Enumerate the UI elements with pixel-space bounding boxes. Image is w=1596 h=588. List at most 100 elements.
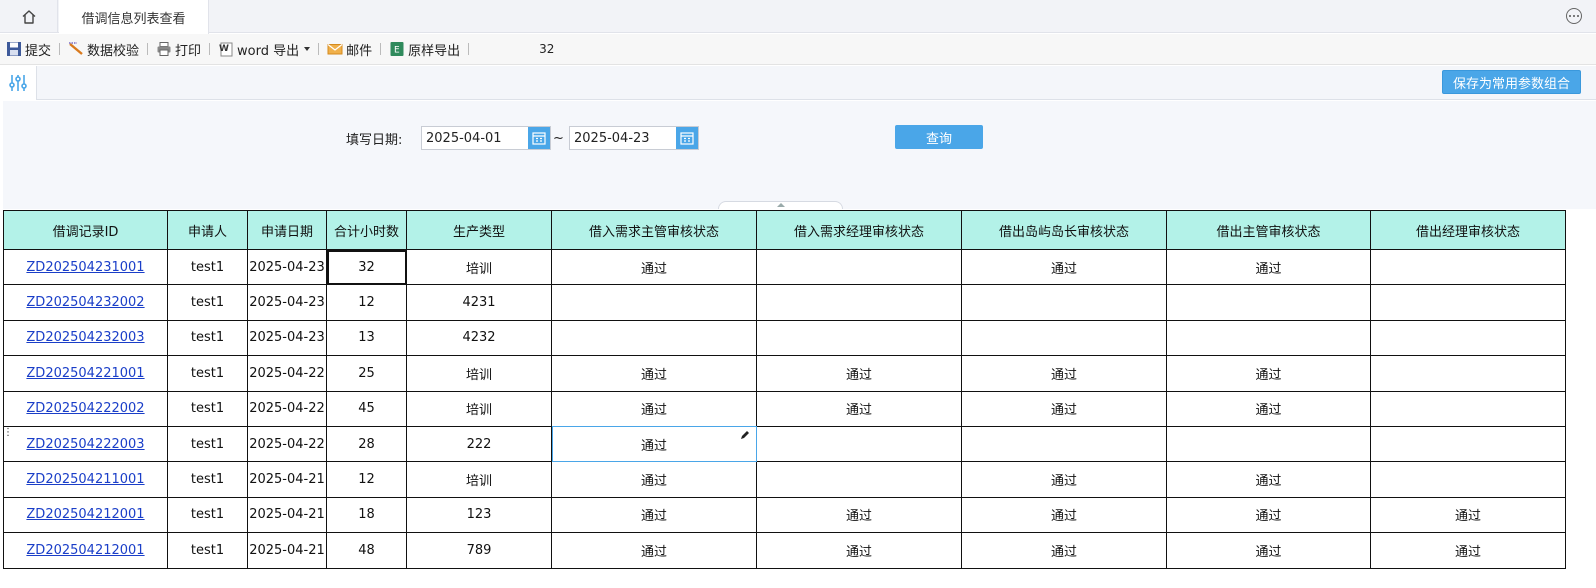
cell-production-type[interactable]: 培训 <box>406 461 552 498</box>
more-icon[interactable] <box>1566 8 1582 24</box>
header-lend-out-manager-status[interactable]: 借出经理审核状态 <box>1370 210 1566 250</box>
cell-applicant[interactable]: test1 <box>167 461 248 498</box>
cell-lend-out-supervisor-status[interactable] <box>1166 425 1371 463</box>
cell-record-id-link[interactable]: ZD202504212001 <box>3 496 168 534</box>
cell-borrow-in-manager-status[interactable]: 通过 <box>756 532 962 569</box>
mail-button[interactable]: 邮件 <box>325 38 374 60</box>
record-id-link[interactable]: ZD202504211001 <box>26 472 144 487</box>
cell-total-hours[interactable]: 25 <box>326 355 407 392</box>
header-lend-out-supervisor-status[interactable]: 借出主管审核状态 <box>1166 210 1371 250</box>
row-drag-handle[interactable]: ⋮ <box>3 427 13 438</box>
cell-lend-out-manager-status[interactable] <box>1370 284 1566 321</box>
cell-borrow-in-manager-status[interactable]: 通过 <box>756 355 962 392</box>
cell-lend-out-supervisor-status[interactable] <box>1166 284 1371 321</box>
cell-lend-out-supervisor-status[interactable]: 通过 <box>1166 248 1371 286</box>
cell-applicant[interactable]: test1 <box>167 355 248 392</box>
cell-applicant[interactable]: test1 <box>167 496 248 534</box>
cell-lend-out-supervisor-status[interactable]: 通过 <box>1166 496 1371 534</box>
cell-borrow-in-supervisor-status[interactable]: 通过 <box>551 461 757 498</box>
cell-record-id-link[interactable]: ZD202504212001 <box>3 532 168 569</box>
cell-apply-date[interactable]: 2025-04-23 <box>247 248 327 286</box>
cell-lend-out-supervisor-status[interactable]: 通过 <box>1166 355 1371 392</box>
cell-production-type[interactable]: 4231 <box>406 284 552 321</box>
date-to-field[interactable]: 2025-04-23 <box>569 126 699 150</box>
cell-lend-out-manager-status[interactable] <box>1370 390 1566 427</box>
cell-lend-out-supervisor-status[interactable]: 通过 <box>1166 461 1371 498</box>
header-borrow-in-supervisor-status[interactable]: 借入需求主管审核状态 <box>551 210 757 250</box>
record-id-link[interactable]: ZD202504221001 <box>26 366 144 381</box>
header-apply-date[interactable]: 申请日期 <box>247 210 327 250</box>
cell-production-type[interactable]: 4232 <box>406 319 552 357</box>
cell-borrow-in-manager-status[interactable]: 通过 <box>756 496 962 534</box>
cell-borrow-in-manager-status[interactable] <box>756 319 962 357</box>
cell-lend-out-supervisor-status[interactable]: 通过 <box>1166 532 1371 569</box>
cell-apply-date[interactable]: 2025-04-23 <box>247 284 327 321</box>
header-applicant[interactable]: 申请人 <box>167 210 248 250</box>
cell-apply-date[interactable]: 2025-04-22 <box>247 390 327 427</box>
header-production-type[interactable]: 生产类型 <box>406 210 552 250</box>
submit-button[interactable]: 提交 <box>4 38 53 60</box>
header-lend-out-island-lead-status[interactable]: 借出岛屿岛长审核状态 <box>961 210 1167 250</box>
cell-record-id-link[interactable]: ZD202504232003 <box>3 319 168 357</box>
cell-applicant[interactable]: test1 <box>167 425 248 463</box>
cell-borrow-in-supervisor-status[interactable]: 通过 <box>551 248 757 286</box>
cell-record-id-link[interactable]: ZD202504211001 <box>3 461 168 498</box>
date-from-field[interactable]: 2025-04-01 <box>421 126 551 150</box>
cell-borrow-in-supervisor-status[interactable]: 通过 <box>551 390 757 427</box>
cell-lend-out-manager-status[interactable] <box>1370 355 1566 392</box>
cell-total-hours[interactable]: 32 <box>326 248 407 286</box>
tab-borrow-list[interactable]: 借调信息列表查看 <box>59 0 209 34</box>
cell-applicant[interactable]: test1 <box>167 319 248 357</box>
cell-borrow-in-supervisor-status[interactable]: 通过 <box>551 425 757 463</box>
cell-borrow-in-manager-status[interactable]: 通过 <box>756 390 962 427</box>
cell-total-hours[interactable]: 48 <box>326 532 407 569</box>
cell-borrow-in-manager-status[interactable] <box>756 461 962 498</box>
filter-settings-button[interactable] <box>0 66 37 100</box>
cell-borrow-in-supervisor-status[interactable] <box>551 284 757 321</box>
record-id-link[interactable]: ZD202504222002 <box>26 401 144 416</box>
cell-record-id-link[interactable]: ZD202504232002 <box>3 284 168 321</box>
cell-record-id-link[interactable]: ZD202504222002 <box>3 390 168 427</box>
cell-production-type[interactable]: 培训 <box>406 248 552 286</box>
cell-applicant[interactable]: test1 <box>167 248 248 286</box>
cell-borrow-in-supervisor-status[interactable]: 通过 <box>551 532 757 569</box>
record-id-link[interactable]: ZD202504222003 <box>26 437 144 452</box>
cell-lend-out-manager-status[interactable] <box>1370 319 1566 357</box>
cell-borrow-in-manager-status[interactable] <box>756 284 962 321</box>
print-button[interactable]: 打印 <box>154 38 203 60</box>
header-borrow-in-manager-status[interactable]: 借入需求经理审核状态 <box>756 210 962 250</box>
home-button[interactable] <box>0 0 58 33</box>
cell-apply-date[interactable]: 2025-04-21 <box>247 496 327 534</box>
cell-lend-out-island-lead-status[interactable]: 通过 <box>961 496 1167 534</box>
cell-production-type[interactable]: 222 <box>406 425 552 463</box>
calendar-icon[interactable] <box>676 127 698 149</box>
cell-borrow-in-supervisor-status[interactable] <box>551 319 757 357</box>
cell-lend-out-island-lead-status[interactable] <box>961 425 1167 463</box>
cell-applicant[interactable]: test1 <box>167 284 248 321</box>
cell-apply-date[interactable]: 2025-04-22 <box>247 355 327 392</box>
cell-lend-out-island-lead-status[interactable]: 通过 <box>961 390 1167 427</box>
cell-record-id-link[interactable]: ZD202504221001 <box>3 355 168 392</box>
cell-total-hours[interactable]: 18 <box>326 496 407 534</box>
record-id-link[interactable]: ZD202504231001 <box>26 260 144 275</box>
cell-lend-out-manager-status[interactable] <box>1370 248 1566 286</box>
pencil-icon[interactable] <box>740 430 750 440</box>
cell-record-id-link[interactable]: ZD202504231001 <box>3 248 168 286</box>
cell-lend-out-manager-status[interactable]: 通过 <box>1370 532 1566 569</box>
cell-lend-out-supervisor-status[interactable] <box>1166 319 1371 357</box>
cell-borrow-in-supervisor-status[interactable]: 通过 <box>551 496 757 534</box>
cell-total-hours[interactable]: 45 <box>326 390 407 427</box>
cell-applicant[interactable]: test1 <box>167 532 248 569</box>
record-id-link[interactable]: ZD202504232003 <box>26 330 144 345</box>
cell-lend-out-island-lead-status[interactable]: 通过 <box>961 355 1167 392</box>
cell-lend-out-manager-status[interactable] <box>1370 461 1566 498</box>
word-export-button[interactable]: W word 导出 <box>216 38 312 60</box>
cell-production-type[interactable]: 培训 <box>406 355 552 392</box>
cell-total-hours[interactable]: 12 <box>326 284 407 321</box>
raw-export-button[interactable]: E 原样导出 <box>387 38 462 60</box>
record-id-link[interactable]: ZD202504212001 <box>26 543 144 558</box>
cell-production-type[interactable]: 123 <box>406 496 552 534</box>
cell-production-type[interactable]: 789 <box>406 532 552 569</box>
cell-lend-out-island-lead-status[interactable] <box>961 319 1167 357</box>
cell-apply-date[interactable]: 2025-04-21 <box>247 461 327 498</box>
